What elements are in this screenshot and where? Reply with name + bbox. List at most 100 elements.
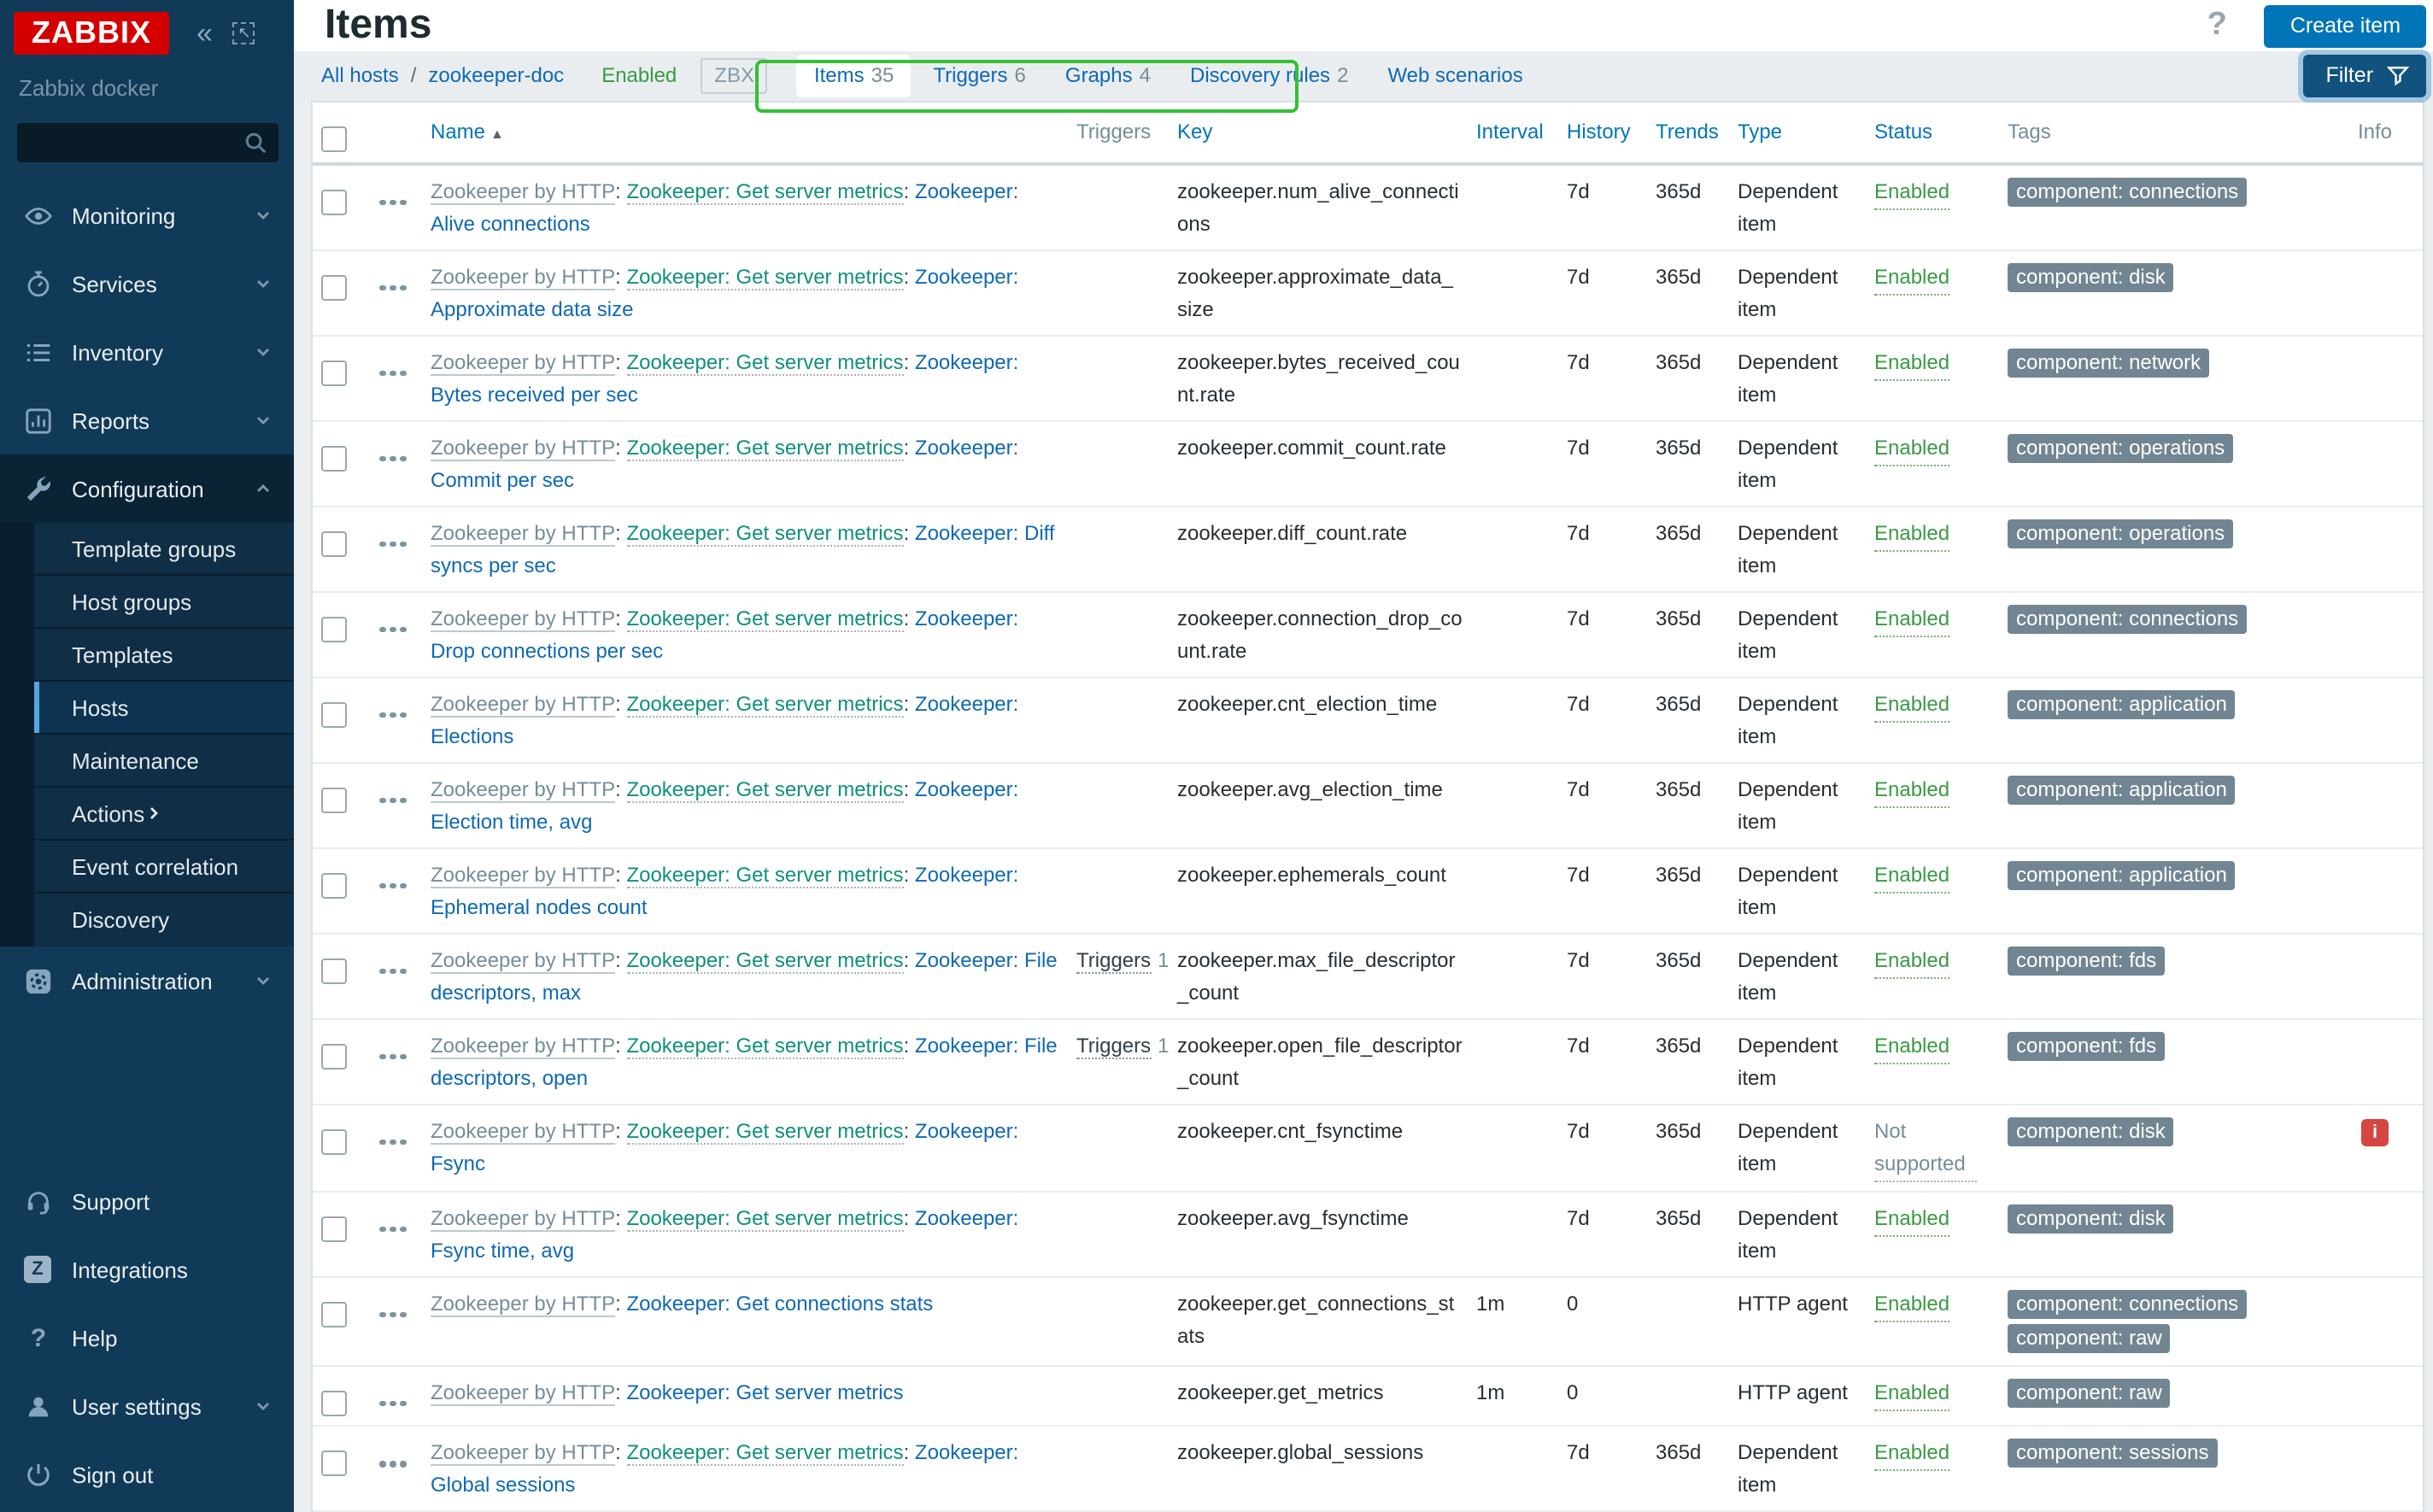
column-header-history[interactable]: History [1567, 119, 1631, 143]
template-link[interactable]: Zookeeper by HTTP [431, 349, 616, 375]
sidebar-item-user-settings[interactable]: User settings [0, 1372, 294, 1440]
tag-badge[interactable]: component: raw [2008, 1323, 2171, 1352]
sidebar-item-discovery[interactable]: Discovery [34, 894, 294, 946]
sidebar-item-reports[interactable]: Reports [0, 386, 294, 454]
filter-button[interactable]: Filter [2303, 54, 2427, 97]
tag-badge[interactable]: component: application [2008, 860, 2236, 889]
row-context-menu-icon[interactable] [379, 1053, 406, 1059]
item-checkbox[interactable] [321, 958, 347, 983]
row-context-menu-icon[interactable] [379, 1226, 406, 1232]
breadcrumb-host[interactable]: zookeeper-doc [428, 64, 564, 88]
tag-badge[interactable]: component: operations [2008, 519, 2234, 548]
item-checkbox[interactable] [321, 530, 347, 556]
item-checkbox[interactable] [321, 701, 347, 727]
sidebar-item-help[interactable]: ? Help [0, 1304, 294, 1372]
status-badge[interactable]: Enabled [1874, 1202, 1950, 1236]
sidebar-item-administration[interactable]: Administration [0, 946, 294, 1015]
tag-badge[interactable]: component: fds [2008, 1031, 2166, 1060]
sidebar-item-host-groups[interactable]: Host groups [34, 576, 294, 629]
tag-badge[interactable]: component: operations [2008, 433, 2234, 462]
column-header-key[interactable]: Key [1177, 119, 1212, 143]
item-checkbox[interactable] [321, 616, 347, 642]
tab-graphs[interactable]: Graphs 4 [1048, 55, 1168, 97]
row-context-menu-icon[interactable] [379, 455, 406, 461]
master-item-link[interactable]: Zookeeper: Get server metrics [626, 264, 904, 290]
sidebar-item-configuration[interactable]: Configuration [0, 454, 294, 523]
item-checkbox[interactable] [321, 189, 347, 214]
sidebar-item-actions[interactable]: Actions [34, 788, 294, 841]
status-badge[interactable]: Enabled [1874, 944, 1950, 978]
status-badge[interactable]: Enabled [1874, 431, 1950, 466]
tab-items[interactable]: Items 35 [796, 54, 912, 97]
sidebar-item-monitoring[interactable]: Monitoring [0, 181, 294, 249]
status-badge[interactable]: Enabled [1874, 261, 1950, 295]
master-item-link[interactable]: Zookeeper: Get server metrics [626, 349, 904, 375]
tab-triggers[interactable]: Triggers 6 [916, 55, 1043, 97]
tag-badge[interactable]: component: raw [2008, 1378, 2171, 1407]
info-error-icon[interactable]: i [2361, 1118, 2389, 1146]
template-link[interactable]: Zookeeper by HTTP [431, 1380, 616, 1405]
triggers-link[interactable]: Triggers [1076, 947, 1152, 973]
status-badge[interactable]: Enabled [1874, 1029, 1950, 1064]
item-checkbox[interactable] [321, 1450, 347, 1476]
template-link[interactable]: Zookeeper by HTTP [431, 435, 616, 460]
template-link[interactable]: Zookeeper by HTTP [431, 1440, 616, 1466]
template-link[interactable]: Zookeeper by HTTP [431, 862, 616, 888]
template-link[interactable]: Zookeeper by HTTP [431, 691, 616, 717]
master-item-link[interactable]: Zookeeper: Get server metrics [626, 777, 904, 802]
template-link[interactable]: Zookeeper by HTTP [431, 520, 616, 546]
sidebar-item-hosts[interactable]: Hosts [34, 682, 294, 735]
tab-discovery-rules[interactable]: Discovery rules 2 [1173, 55, 1365, 97]
triggers-link[interactable]: Triggers [1076, 1033, 1152, 1058]
row-context-menu-icon[interactable] [379, 541, 406, 547]
template-link[interactable]: Zookeeper by HTTP [431, 1033, 616, 1058]
column-header-type[interactable]: Type [1738, 119, 1782, 143]
row-context-menu-icon[interactable] [379, 712, 406, 718]
row-context-menu-icon[interactable] [379, 626, 406, 632]
status-badge[interactable]: Enabled [1874, 1287, 1950, 1322]
column-header-interval[interactable]: Interval [1476, 119, 1544, 143]
status-badge[interactable]: Enabled [1874, 1437, 1950, 1471]
master-item-link[interactable]: Zookeeper: Get server metrics [626, 1118, 904, 1144]
sidebar-item-support[interactable]: Support [0, 1167, 294, 1235]
status-badge[interactable]: Enabled [1874, 688, 1950, 722]
status-badge[interactable]: Enabled [1874, 1376, 1950, 1410]
row-context-menu-icon[interactable] [379, 1461, 406, 1467]
tag-badge[interactable]: component: application [2008, 689, 2236, 718]
tag-badge[interactable]: component: fds [2008, 946, 2166, 975]
template-link[interactable]: Zookeeper by HTTP [431, 179, 616, 204]
master-item-link[interactable]: Zookeeper: Get server metrics [626, 179, 904, 204]
row-context-menu-icon[interactable] [379, 968, 406, 974]
tag-badge[interactable]: component: disk [2008, 262, 2174, 291]
help-icon[interactable]: ? [2207, 7, 2227, 44]
row-context-menu-icon[interactable] [379, 1311, 406, 1317]
master-item-link[interactable]: Zookeeper: Get server metrics [626, 435, 904, 460]
sidebar-item-sign-out[interactable]: Sign out [0, 1440, 294, 1509]
column-header-name[interactable]: Name [431, 119, 485, 143]
item-checkbox[interactable] [321, 445, 347, 471]
tag-badge[interactable]: component: disk [2008, 1116, 2174, 1146]
row-context-menu-icon[interactable] [379, 797, 406, 803]
row-context-menu-icon[interactable] [379, 199, 406, 205]
item-checkbox[interactable] [321, 1301, 347, 1327]
sidebar-item-template-groups[interactable]: Template groups [34, 523, 294, 576]
sidebar-item-inventory[interactable]: Inventory [0, 318, 294, 386]
item-checkbox[interactable] [321, 1390, 347, 1415]
item-checkbox[interactable] [321, 1043, 347, 1069]
master-item-link[interactable]: Zookeeper: Get server metrics [626, 520, 904, 546]
item-checkbox[interactable] [321, 872, 347, 898]
status-badge[interactable]: Not supported [1874, 1115, 1977, 1181]
column-header-status[interactable]: Status [1874, 119, 1932, 143]
template-link[interactable]: Zookeeper by HTTP [431, 1205, 616, 1231]
template-link[interactable]: Zookeeper by HTTP [431, 777, 616, 802]
template-link[interactable]: Zookeeper by HTTP [431, 606, 616, 631]
status-badge[interactable]: Enabled [1874, 773, 1950, 807]
template-link[interactable]: Zookeeper by HTTP [431, 264, 616, 290]
select-all-checkbox[interactable] [321, 126, 347, 151]
sidebar-item-templates[interactable]: Templates [34, 629, 294, 682]
status-badge[interactable]: Enabled [1874, 859, 1950, 893]
row-context-menu-icon[interactable] [379, 1139, 406, 1145]
row-context-menu-icon[interactable] [379, 1400, 406, 1406]
item-checkbox[interactable] [321, 1128, 347, 1154]
breadcrumb-all-hosts[interactable]: All hosts [321, 64, 399, 88]
